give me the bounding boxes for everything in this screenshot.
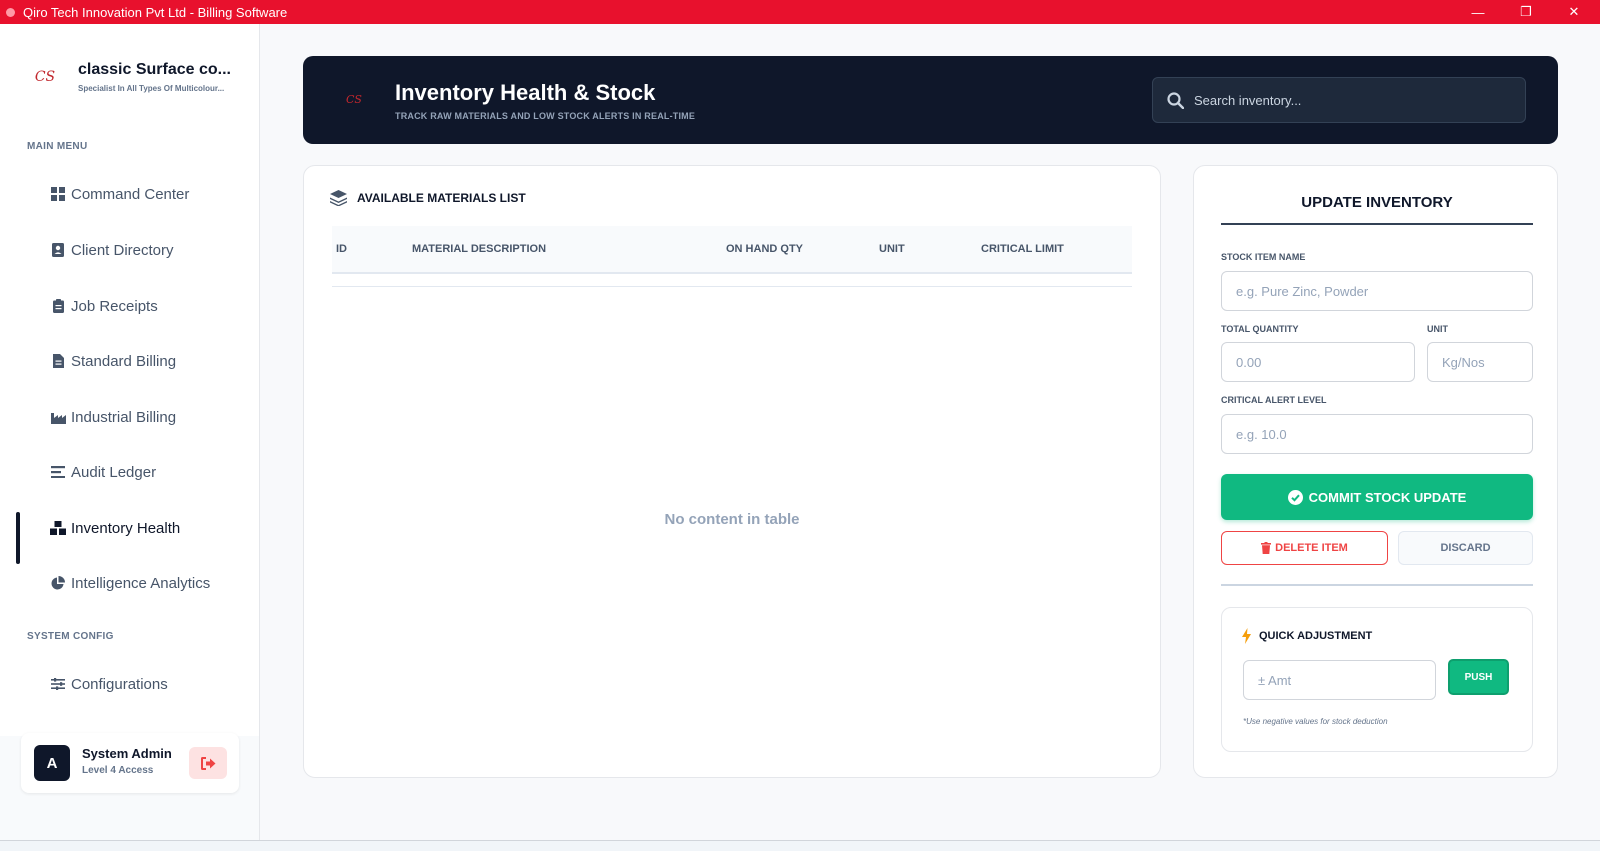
sidebar-item-configurations[interactable]: Configurations — [50, 672, 168, 696]
unit-label: UNIT — [1427, 324, 1448, 334]
search-box[interactable] — [1152, 77, 1526, 123]
delete-item-button[interactable]: DELETE ITEM — [1221, 531, 1388, 565]
quick-adjustment-hint: *Use negative values for stock deduction — [1243, 717, 1388, 726]
sidebar-item-label: Audit Ledger — [71, 463, 157, 481]
critical-alert-label: CRITICAL ALERT LEVEL — [1221, 395, 1327, 405]
total-quantity-label: TOTAL QUANTITY — [1221, 324, 1299, 334]
grid-icon — [50, 186, 66, 202]
sidebar: CS classic Surface co... Specialist In A… — [0, 24, 260, 840]
column-header-on-hand-qty[interactable]: ON HAND QTY — [726, 243, 803, 255]
total-quantity-input[interactable] — [1221, 342, 1415, 382]
contact-card-icon — [50, 242, 66, 258]
search-input[interactable] — [1194, 92, 1494, 108]
materials-title-text: AVAILABLE MATERIALS LIST — [357, 191, 526, 205]
stock-item-input[interactable] — [1221, 271, 1533, 311]
page-title: Inventory Health & Stock — [395, 80, 656, 105]
sidebar-item-industrial-billing[interactable]: Industrial Billing — [50, 405, 176, 429]
sidebar-item-label: Command Center — [71, 185, 190, 203]
column-header-critical-limit[interactable]: CRITICAL LIMIT — [981, 243, 1064, 255]
commit-stock-update-button[interactable]: COMMIT STOCK UPDATE — [1221, 474, 1533, 520]
window-titlebar: Qiro Tech Innovation Pvt Ltd - Billing S… — [0, 0, 1600, 24]
quick-adjustment-title-text: QUICK ADJUSTMENT — [1259, 630, 1373, 642]
column-header-unit[interactable]: UNIT — [879, 243, 905, 255]
update-inventory-panel: UPDATE INVENTORY STOCK ITEM NAME TOTAL Q… — [1193, 165, 1558, 778]
close-button[interactable]: ✕ — [1550, 0, 1598, 24]
sidebar-item-job-receipts[interactable]: Job Receipts — [50, 294, 158, 318]
logout-icon — [200, 756, 216, 770]
delete-label: DELETE ITEM — [1275, 542, 1348, 554]
sidebar-item-label: Job Receipts — [71, 297, 158, 315]
brand-tagline: Specialist In All Types Of Multicolour..… — [78, 84, 225, 93]
table-divider — [332, 286, 1132, 287]
sidebar-item-client-directory[interactable]: Client Directory — [50, 238, 174, 262]
sidebar-item-label: Configurations — [71, 675, 168, 693]
clipboard-icon — [50, 298, 66, 314]
layers-icon — [330, 190, 347, 206]
user-role: Level 4 Access — [82, 765, 154, 776]
discard-button[interactable]: DISCARD — [1398, 531, 1533, 565]
window-bottom-edge — [0, 840, 1600, 851]
trash-icon — [1261, 542, 1272, 554]
sidebar-item-standard-billing[interactable]: Standard Billing — [50, 349, 176, 373]
materials-title: AVAILABLE MATERIALS LIST — [330, 190, 526, 206]
document-icon — [50, 353, 66, 369]
quick-adjustment-title: QUICK ADJUSTMENT — [1242, 628, 1372, 644]
column-header-description[interactable]: MATERIAL DESCRIPTION — [412, 243, 546, 255]
sidebar-item-intelligence-analytics[interactable]: Intelligence Analytics — [50, 571, 210, 595]
sidebar-item-audit-ledger[interactable]: Audit Ledger — [50, 460, 156, 484]
brand-logo: CS — [34, 69, 56, 85]
industry-icon — [50, 409, 66, 425]
update-title: UPDATE INVENTORY — [1301, 194, 1453, 211]
page-subtitle: TRACK RAW MATERIALS AND LOW STOCK ALERTS… — [395, 111, 696, 121]
critical-alert-input[interactable] — [1221, 414, 1533, 454]
sidebar-item-label: Industrial Billing — [71, 408, 177, 426]
column-header-id[interactable]: ID — [336, 243, 347, 255]
avatar: A — [34, 745, 70, 781]
window-title: Qiro Tech Innovation Pvt Ltd - Billing S… — [23, 4, 288, 20]
app-icon — [6, 7, 15, 17]
bolt-icon — [1242, 628, 1251, 644]
lines-icon — [50, 464, 66, 480]
materials-card: AVAILABLE MATERIALS LIST ID MATERIAL DES… — [303, 165, 1161, 778]
sliders-icon — [50, 676, 66, 692]
empty-table-message: No content in table — [664, 511, 800, 528]
user-card: A System Admin Level 4 Access — [21, 733, 239, 793]
adjust-amount-input[interactable] — [1243, 660, 1436, 700]
page-header: CS Inventory Health & Stock TRACK RAW MA… — [303, 56, 1558, 144]
brand-name: classic Surface co... — [78, 61, 231, 78]
sidebar-item-label: Standard Billing — [71, 352, 177, 370]
section-divider — [1221, 584, 1533, 586]
sidebar-item-command-center[interactable]: Command Center — [50, 182, 189, 206]
logout-button[interactable] — [189, 747, 227, 779]
search-icon — [1167, 91, 1184, 109]
push-button[interactable]: PUSH — [1448, 659, 1509, 695]
sidebar-item-inventory-health[interactable]: Inventory Health — [50, 516, 180, 540]
main-menu-label: MAIN MENU — [27, 141, 88, 152]
pie-chart-icon — [50, 575, 66, 591]
maximize-button[interactable]: ❐ — [1502, 0, 1550, 24]
sidebar-item-label: Intelligence Analytics — [71, 574, 211, 592]
stock-item-label: STOCK ITEM NAME — [1221, 252, 1306, 262]
title-divider — [1221, 223, 1533, 225]
check-circle-icon — [1287, 489, 1303, 505]
quick-adjustment-box: QUICK ADJUSTMENT PUSH *Use negative valu… — [1221, 607, 1533, 752]
sidebar-item-label: Inventory Health — [71, 519, 181, 537]
user-name: System Admin — [82, 746, 172, 761]
header-logo: CS — [346, 92, 362, 106]
sidebar-item-label: Client Directory — [71, 241, 174, 259]
minimize-button[interactable]: — — [1454, 0, 1502, 24]
brand: CS classic Surface co... Specialist In A… — [30, 61, 231, 93]
boxes-icon — [50, 520, 66, 536]
commit-label: COMMIT STOCK UPDATE — [1308, 489, 1467, 505]
system-config-label: SYSTEM CONFIG — [27, 631, 114, 642]
table-header: ID MATERIAL DESCRIPTION ON HAND QTY UNIT… — [332, 226, 1132, 274]
active-indicator — [16, 512, 20, 564]
unit-input[interactable] — [1427, 342, 1533, 382]
